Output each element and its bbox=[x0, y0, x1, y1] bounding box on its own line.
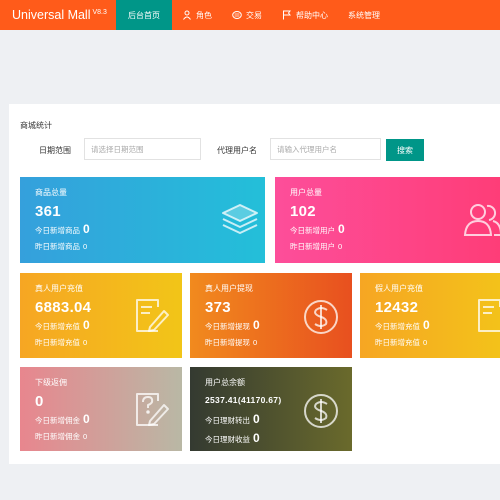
card-value: 2537.41(41170.67) bbox=[205, 395, 282, 405]
layers-icon bbox=[222, 204, 258, 234]
card-value: 361 bbox=[35, 203, 61, 220]
card-title: 真人用户提现 bbox=[205, 284, 253, 293]
card-line-yesterday: 昨日新增提现 0 bbox=[205, 338, 258, 347]
card-user-total: 用户总量 102 今日新增用户 0 昨日新增用户 0 bbox=[275, 177, 500, 263]
card-line-today-out: 今日理财转出 0 bbox=[205, 412, 260, 426]
card-value: 6883.04 bbox=[35, 299, 92, 316]
nav-label: 交易 bbox=[246, 10, 262, 20]
edit-icon bbox=[136, 299, 169, 332]
app-logo[interactable]: Universal Mall V8.3 bbox=[12, 8, 116, 22]
nav-item-help[interactable]: 帮助中心 bbox=[272, 0, 338, 30]
panel-title: 商城统计 bbox=[20, 121, 52, 130]
card-line-yesterday: 昨日新增用户 0 bbox=[290, 242, 343, 251]
nav-item-dashboard[interactable]: 后台首页 bbox=[116, 0, 172, 30]
dollar-icon bbox=[304, 300, 338, 334]
nav-label: 后台首页 bbox=[128, 10, 160, 20]
date-range-label: 日期范围 bbox=[39, 146, 71, 155]
card-title: 商品总量 bbox=[35, 188, 67, 197]
card-line-today: 今日新增充值 0 bbox=[35, 318, 90, 332]
user-icon bbox=[183, 10, 191, 20]
card-line-today: 今日新增提现 0 bbox=[205, 318, 260, 332]
card-line-yesterday: 昨日新增佣金 0 bbox=[35, 432, 88, 441]
stats-panel: 商城统计 日期范围 代理用户名 搜索 商品总量 361 今日新增商品0 昨日新增… bbox=[9, 104, 500, 464]
nav-label: 系统管理 bbox=[348, 10, 380, 20]
main-nav: 后台首页 角色 交易 帮助中心 系统管理 bbox=[116, 0, 390, 30]
card-line-today: 今日新增用户 0 bbox=[290, 222, 345, 236]
card-line-today: 今日新增商品 0 bbox=[35, 222, 90, 236]
nav-item-roles[interactable]: 角色 bbox=[172, 0, 222, 30]
card-fake-recharge: 假人用户充值 12432 今日新增充值 0 昨日新增充值 0 bbox=[360, 273, 500, 358]
card-title: 假人用户充值 bbox=[375, 284, 423, 293]
nav-item-system[interactable]: 系统管理 bbox=[338, 0, 390, 30]
card-value: 373 bbox=[205, 299, 231, 316]
exchange-icon bbox=[232, 11, 242, 19]
app-name: Universal Mall bbox=[12, 8, 91, 22]
card-real-withdraw: 真人用户提现 373 今日新增提现 0 昨日新增提现 0 bbox=[190, 273, 352, 358]
search-button[interactable]: 搜索 bbox=[386, 139, 424, 161]
card-title: 下级返佣 bbox=[35, 378, 67, 387]
card-title: 真人用户充值 bbox=[35, 284, 83, 293]
edit-icon bbox=[478, 299, 500, 332]
card-user-balance: 用户总余额 2537.41(41170.67) 今日理财转出 0 今日理财收益 0 bbox=[190, 367, 352, 451]
card-title: 用户总量 bbox=[290, 188, 322, 197]
card-line-today-income: 今日理财收益 0 bbox=[205, 431, 260, 445]
card-line-today: 今日新增佣金 0 bbox=[35, 412, 90, 426]
card-value: 0 bbox=[35, 393, 44, 410]
card-real-recharge: 真人用户充值 6883.04 今日新增充值 0 昨日新增充值 0 bbox=[20, 273, 182, 358]
app-version: V8.3 bbox=[92, 9, 107, 16]
agent-name-label: 代理用户名 bbox=[217, 146, 257, 155]
nav-label: 帮助中心 bbox=[296, 10, 328, 20]
help-icon bbox=[136, 393, 169, 426]
card-title: 用户总余额 bbox=[205, 378, 245, 387]
card-product-total: 商品总量 361 今日新增商品 0 昨日新增商品 0 bbox=[20, 177, 265, 263]
date-range-input[interactable] bbox=[84, 138, 201, 160]
nav-label: 角色 bbox=[196, 10, 212, 20]
top-header: Universal Mall V8.3 后台首页 角色 交易 帮助中心 系统管理 bbox=[0, 0, 500, 30]
flag-icon bbox=[283, 10, 291, 20]
card-value: 12432 bbox=[375, 299, 419, 316]
users-icon bbox=[463, 204, 500, 236]
card-line-yesterday: 昨日新增充值 0 bbox=[375, 338, 428, 347]
card-line-yesterday: 昨日新增商品 0 bbox=[35, 242, 88, 251]
nav-item-trade[interactable]: 交易 bbox=[222, 0, 272, 30]
card-value: 102 bbox=[290, 203, 316, 220]
card-line-today: 今日新增充值 0 bbox=[375, 318, 430, 332]
card-subordinate-rebate: 下级返佣 0 今日新增佣金 0 昨日新增佣金 0 bbox=[20, 367, 182, 451]
card-line-yesterday: 昨日新增充值 0 bbox=[35, 338, 88, 347]
dollar-icon bbox=[304, 394, 338, 428]
agent-name-input[interactable] bbox=[270, 138, 381, 160]
